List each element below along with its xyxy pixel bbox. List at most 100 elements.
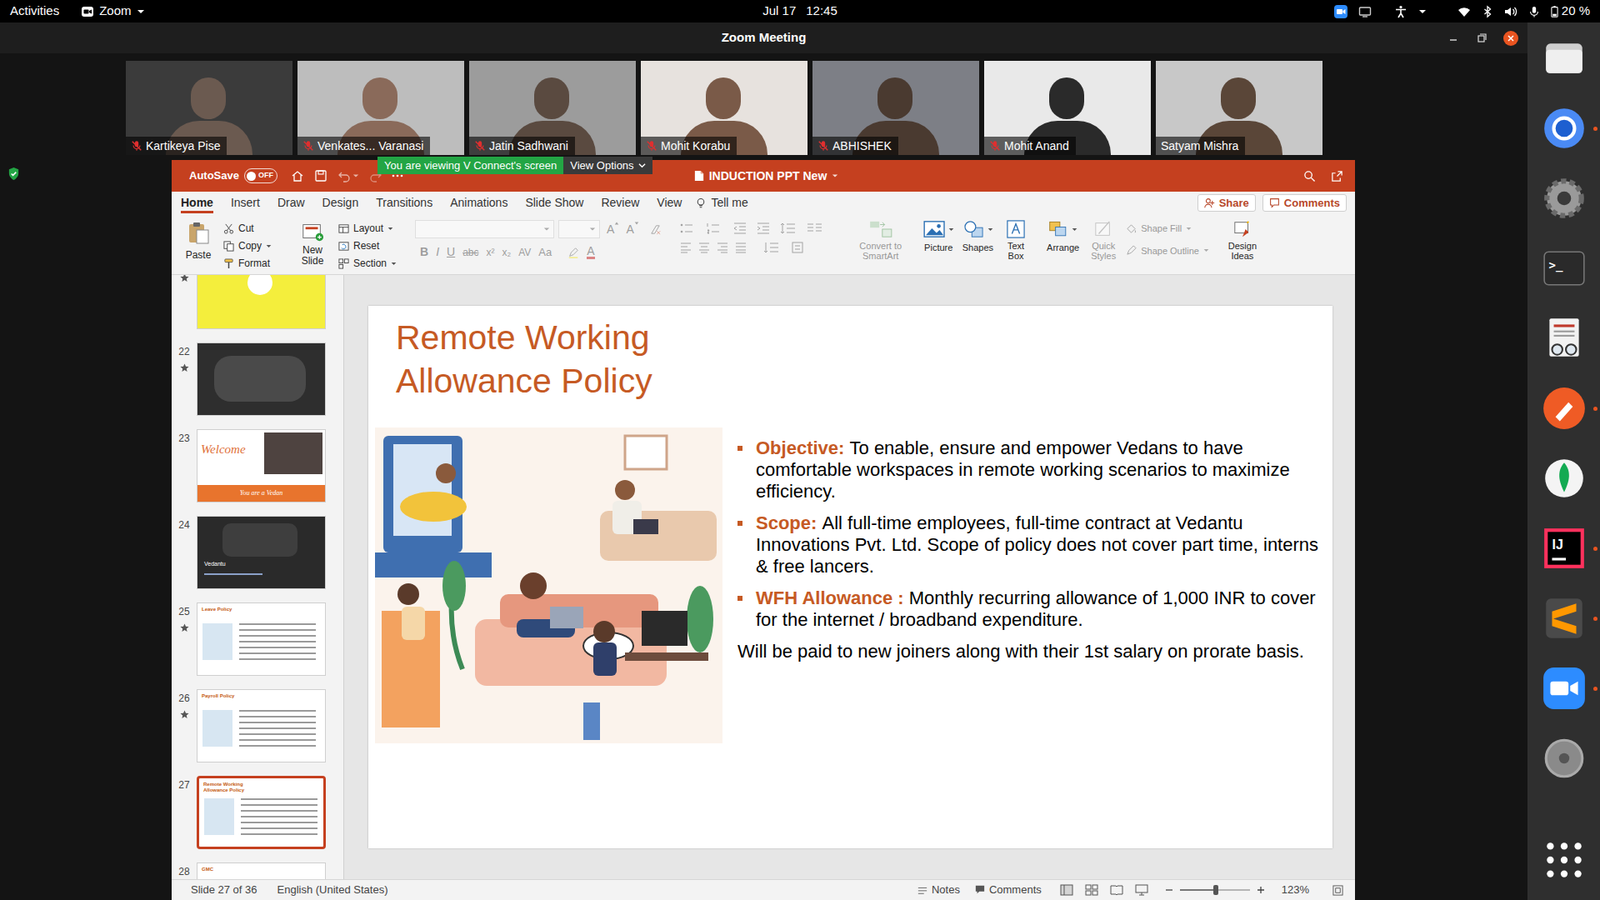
participant-tile[interactable]: Satyam Mishra (1155, 60, 1323, 155)
quick-styles-label[interactable]: Quick Styles (1087, 240, 1120, 261)
remote-work-illustration[interactable] (375, 427, 723, 744)
dock-item[interactable] (1527, 455, 1600, 504)
shrink-font-button[interactable]: A (625, 220, 639, 239)
normal-view-icon[interactable] (1060, 884, 1074, 896)
ribbon-tab[interactable]: Animations (450, 191, 508, 215)
participant-tile[interactable]: Mohit Korabu (640, 60, 808, 155)
font-size-field[interactable] (558, 220, 600, 239)
tab-label[interactable]: View (656, 194, 682, 212)
ribbon-tab[interactable]: Home (180, 191, 214, 215)
convert-label[interactable]: Convert to SmartArt (856, 240, 905, 261)
dock-item[interactable] (1527, 836, 1600, 885)
section-button[interactable]: Section (338, 255, 397, 271)
tab-label[interactable]: Draw (277, 194, 305, 212)
ribbon-tab[interactable]: Insert (230, 191, 260, 215)
reset-button[interactable]: Reset (338, 238, 397, 254)
status-comments-button[interactable]: Comments (975, 881, 1042, 899)
decrease-indent-icon[interactable] (733, 222, 747, 235)
slide-thumbnail-row[interactable]: 26Payroll Policy (171, 689, 344, 776)
slide-thumbnail[interactable] (196, 342, 326, 416)
participant-tile[interactable]: Venkates... Varanasi (297, 60, 465, 155)
shapes-button[interactable]: Shapes (962, 220, 994, 255)
comments-label[interactable]: Comments (1284, 195, 1340, 212)
paste-label[interactable]: Paste (185, 247, 212, 263)
new-slide-button[interactable]: New Slide (295, 220, 330, 267)
tell-me-label[interactable]: Tell me (710, 194, 748, 212)
restore-icon[interactable] (1475, 31, 1489, 45)
arrange-label[interactable]: Arrange (1046, 240, 1080, 255)
dock-item[interactable] (1527, 595, 1600, 644)
slide-thumbnail[interactable]: WelcomeYou are a Vedan (196, 429, 326, 503)
align-center-icon[interactable] (698, 241, 710, 254)
slide-title-line[interactable]: Remote Working (395, 315, 1333, 360)
slideshow-icon[interactable] (1135, 884, 1149, 896)
participant-tile[interactable]: ABHISHEK (812, 60, 980, 155)
columns-icon[interactable] (806, 222, 824, 235)
zoom-icon[interactable] (1540, 665, 1588, 712)
fit-to-window-icon[interactable] (1332, 885, 1344, 896)
ribbon-tab[interactable]: Review (600, 191, 640, 215)
quick-styles-button[interactable]: Quick Styles (1087, 220, 1120, 261)
save-icon[interactable] (314, 169, 328, 183)
slide-thumbnail[interactable]: Remote Working Allowance Policy (196, 775, 326, 850)
slide-thumbnail-row[interactable]: 27Remote Working Allowance Policy (171, 775, 344, 863)
align-right-icon[interactable] (716, 241, 729, 254)
design-ideas-label[interactable]: Design Ideas (1224, 240, 1261, 261)
tab-label[interactable]: Home (180, 194, 214, 212)
app-name[interactable]: Zoom (99, 1, 131, 21)
slide-title[interactable]: Remote WorkingAllowance Policy (368, 305, 1333, 403)
zoom-tray-icon[interactable] (1334, 5, 1348, 19)
chevron-down-icon[interactable] (1418, 7, 1427, 16)
ribbon-tab[interactable]: View (656, 191, 682, 215)
participant-tile[interactable]: Mohit Anand (984, 60, 1151, 155)
zoom-slider-track[interactable] (1180, 889, 1250, 891)
shape-fill-button[interactable]: Shape Fill (1125, 221, 1210, 236)
tab-label[interactable]: Insert (230, 194, 260, 212)
dock-item[interactable] (1527, 315, 1600, 364)
activities-button[interactable]: Activities (10, 1, 60, 21)
slide-thumbnail-row[interactable]: 24Vedantu (171, 515, 344, 603)
text-box-label[interactable]: Text Box (1001, 240, 1030, 261)
zoom-slider-thumb[interactable] (1213, 885, 1219, 895)
reading-view-icon[interactable] (1110, 884, 1124, 896)
share-button[interactable]: Share (1197, 194, 1256, 212)
microphone-icon[interactable] (1528, 5, 1540, 19)
minimize-icon[interactable] (1446, 31, 1460, 45)
mongodb-icon[interactable] (1540, 455, 1588, 502)
dock-item[interactable] (1527, 175, 1600, 224)
clock[interactable]: Jul 17 12:45 (762, 1, 838, 21)
justify-icon[interactable] (735, 241, 747, 254)
font-format-button[interactable]: x² (486, 245, 495, 260)
postman-icon[interactable] (1540, 385, 1588, 432)
language-indicator[interactable]: English (United States) (277, 881, 389, 899)
font-format-button[interactable]: U (446, 243, 455, 261)
font-format-button[interactable]: Aa (538, 244, 552, 261)
slide-bullet[interactable]: WFH Allowance :Monthly recurring allowan… (737, 587, 1321, 631)
font-format-button[interactable]: abc (462, 245, 479, 260)
slide-thumbnail-row[interactable]: 22 (171, 342, 344, 430)
paste-button[interactable]: Paste (181, 220, 215, 263)
participant-tile[interactable]: Kartikeya Pise (125, 60, 293, 155)
search-icon[interactable] (1303, 170, 1316, 183)
clock-time[interactable]: 12:45 (805, 1, 838, 21)
reset-label[interactable]: Reset (353, 238, 380, 254)
slide-bullet[interactable]: Objective:To enable, ensure and empower … (737, 437, 1321, 503)
share-window-icon[interactable] (1330, 170, 1344, 183)
tab-label[interactable]: Review (600, 194, 640, 212)
encryption-shield-icon[interactable] (7, 166, 20, 181)
view-options-label[interactable]: View Options (570, 157, 634, 175)
layout-label[interactable]: Layout (353, 220, 384, 236)
viewer-icon[interactable] (1540, 315, 1588, 362)
bluetooth-icon[interactable] (1481, 5, 1494, 19)
settings-icon[interactable] (1540, 175, 1588, 222)
font-format-button[interactable]: AV (518, 245, 531, 260)
slide-bullet[interactable]: Scope:All full-time employees, full-time… (737, 512, 1321, 578)
slide-title-line[interactable]: Allowance Policy (395, 359, 1333, 403)
intellij-icon[interactable]: IJ (1540, 525, 1588, 572)
highlight-pen-icon[interactable] (567, 246, 580, 259)
slide-thumbnail[interactable]: Vedantu (196, 515, 326, 590)
format-painter-button[interactable]: Format (223, 255, 272, 271)
zoom-percentage[interactable]: 123% (1281, 881, 1310, 899)
slide-note[interactable]: Will be paid to new joiners along with t… (737, 640, 1321, 663)
dock-item[interactable] (1527, 735, 1600, 784)
